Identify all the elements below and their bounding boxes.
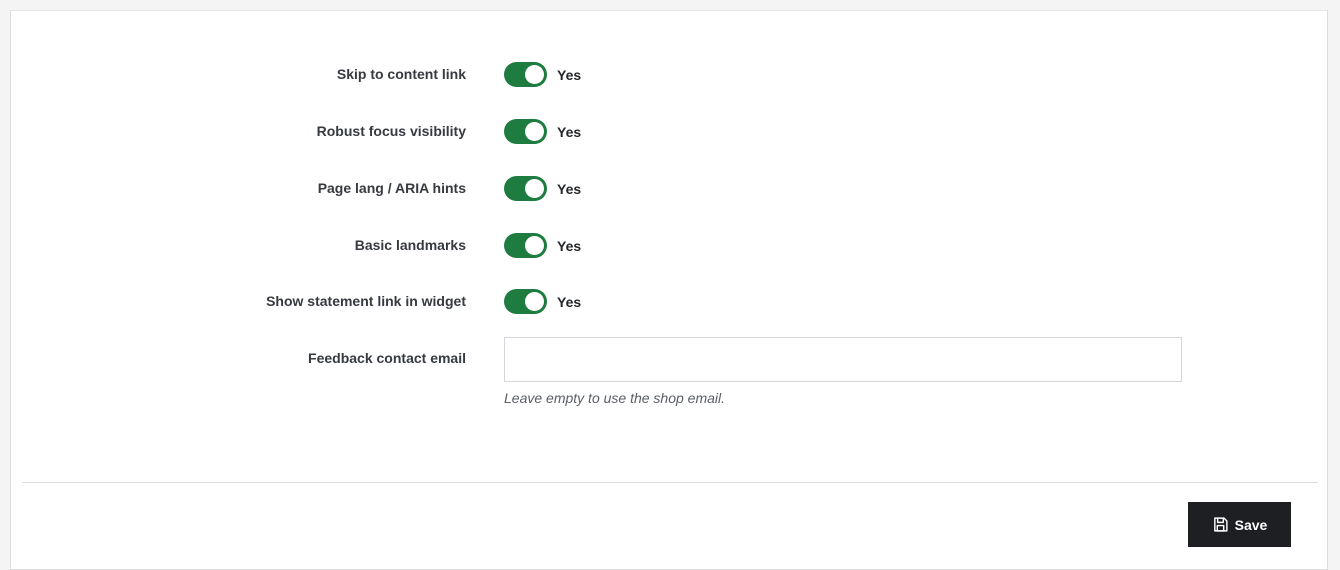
basic-landmarks-toggle[interactable] [504, 233, 547, 258]
page-lang-toggle[interactable] [504, 176, 547, 201]
toggle-knob [525, 236, 544, 255]
toggle-knob [525, 122, 544, 141]
basic-landmarks-value: Yes [557, 238, 582, 254]
statement-link-label: Show statement link in widget [266, 293, 466, 309]
statement-link-toggle[interactable] [504, 289, 547, 314]
save-button[interactable]: Save [1188, 502, 1291, 547]
skip-to-content-toggle[interactable] [504, 62, 547, 87]
robust-focus-label: Robust focus visibility [316, 123, 466, 139]
save-button-label: Save [1234, 516, 1268, 533]
statement-link-value: Yes [557, 294, 582, 310]
robust-focus-value: Yes [557, 124, 582, 140]
skip-to-content-label: Skip to content link [336, 66, 466, 82]
form-row-page-lang: Page lang / ARIA hints Yes [11, 173, 1327, 203]
panel-top-border [11, 10, 1327, 11]
toggle-knob [525, 65, 544, 84]
robust-focus-toggle[interactable] [504, 119, 547, 144]
feedback-email-label: Feedback contact email [308, 350, 466, 366]
feedback-email-input[interactable] [504, 337, 1182, 382]
form-row-skip-to-content: Skip to content link Yes [11, 59, 1327, 89]
settings-panel: Skip to content link Yes Robust focus vi… [10, 10, 1328, 570]
basic-landmarks-label: Basic landmarks [354, 237, 466, 253]
page-lang-value: Yes [557, 181, 582, 197]
toggle-knob [525, 179, 544, 198]
form-row-basic-landmarks: Basic landmarks Yes [11, 230, 1327, 260]
footer-divider [22, 482, 1318, 483]
toggle-knob [525, 292, 544, 311]
feedback-email-help: Leave empty to use the shop email. [504, 390, 726, 406]
form-row-statement-link: Show statement link in widget Yes [11, 286, 1327, 316]
form-row-robust-focus: Robust focus visibility Yes [11, 116, 1327, 146]
save-icon [1212, 516, 1229, 533]
page-lang-label: Page lang / ARIA hints [317, 180, 466, 196]
skip-to-content-value: Yes [557, 67, 582, 83]
